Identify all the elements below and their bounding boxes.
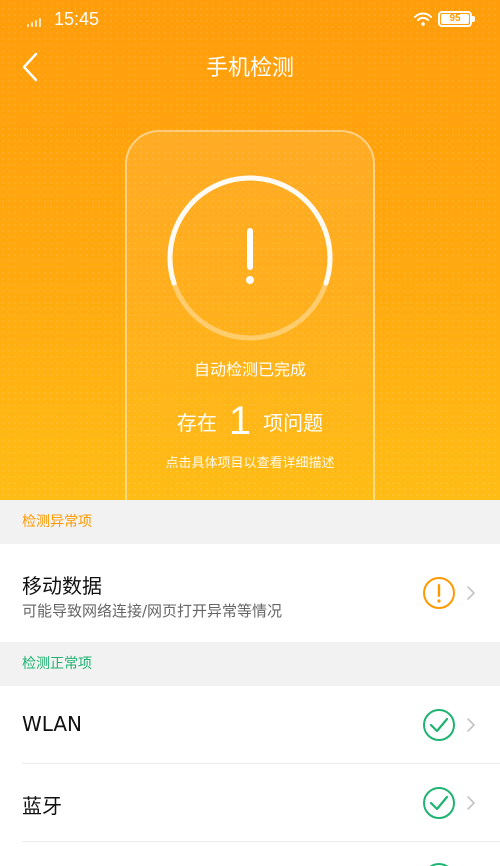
list-item-mobile-data[interactable]: 移动数据 可能导致网络连接/网页打开异常等情况 [0,544,500,642]
list-item-title: 移动数据 [22,574,102,598]
list-item-title: WLAN [22,712,83,736]
normal-section-header: 检测正常项 [0,642,500,686]
wifi-icon [414,12,432,26]
chevron-right-icon [467,718,475,732]
chevron-right-icon [467,586,475,600]
list-item-partial[interactable] [0,842,500,866]
battery-cap [472,16,475,22]
battery-icon: 95 [438,11,472,27]
list-item-wlan[interactable]: WLAN [0,686,500,764]
issue-count: 1 [228,398,252,443]
issue-prefix: 存在 [176,410,217,435]
check-circle-icon [423,787,455,819]
battery-level: 95 [449,13,461,24]
issue-count-summary: 存在 1 项问题 [0,396,500,446]
warning-ring-icon [167,175,333,341]
status-time: 15:45 [54,9,100,29]
issue-suffix: 项问题 [263,410,324,435]
warning-circle-icon [423,577,455,609]
status-bar: 15:45 95 [0,0,500,40]
detail-hint-text: 点击具体项目以查看详细描述 [165,456,335,471]
detection-status-text: 自动检测已完成 [193,360,306,379]
check-circle-icon [429,863,449,866]
check-circle-icon [423,709,455,741]
list-item-bluetooth[interactable]: 蓝牙 [0,764,500,842]
abnormal-section-header: 检测异常项 [0,500,500,544]
page-title: 手机检测 [205,56,294,81]
list-item-subtitle: 可能导致网络连接/网页打开异常等情况 [22,602,283,620]
chevron-right-icon [467,796,475,810]
list-item-title: 蓝牙 [22,794,62,818]
signal-icon [27,17,41,27]
